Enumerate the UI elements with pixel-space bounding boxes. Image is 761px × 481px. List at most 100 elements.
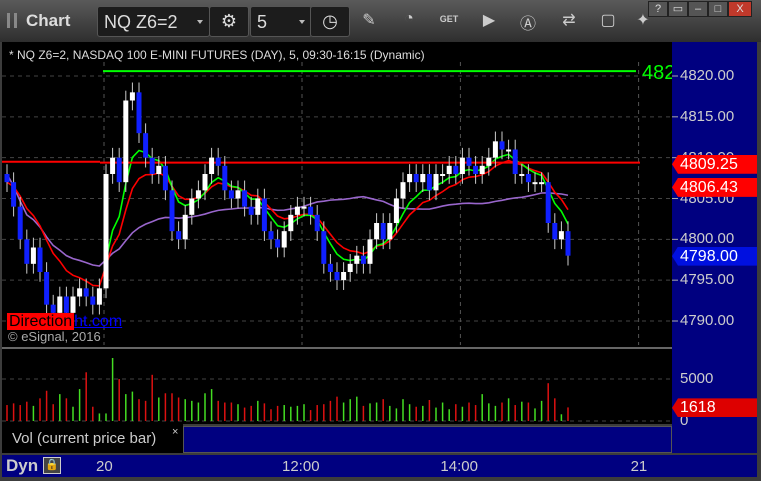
vwap-line <box>6 173 569 267</box>
candle-body <box>57 296 63 313</box>
candle-body <box>24 239 30 264</box>
candle-body <box>354 255 360 264</box>
candle-body <box>209 157 215 174</box>
candle-body <box>294 206 300 215</box>
price-tag: 4806.43 <box>672 177 757 197</box>
candle-body <box>189 198 195 215</box>
price-tick-label: 4820.00 <box>680 67 735 84</box>
candle-body <box>525 174 531 183</box>
candle-body <box>327 263 333 272</box>
candle-body <box>215 157 221 166</box>
price-tick-label: 4815.00 <box>680 107 735 125</box>
candle-body <box>506 149 512 152</box>
candle-body <box>492 141 498 158</box>
candle-body <box>275 239 281 248</box>
candle-body <box>552 223 558 240</box>
candle-body <box>242 190 248 207</box>
candle-body <box>426 174 432 191</box>
candle-body <box>169 190 175 232</box>
candle-body <box>321 231 327 264</box>
candle-body <box>96 288 102 305</box>
candle-body <box>387 223 393 240</box>
candle-body <box>308 206 314 215</box>
time-tick-label: 14:00 <box>440 458 478 475</box>
candle-body <box>400 182 406 199</box>
candle-body <box>37 247 43 272</box>
candle-body <box>545 182 551 223</box>
time-tick-label: 20 <box>96 458 113 475</box>
candle-body <box>235 190 241 199</box>
time-tick-label: 21 <box>630 458 648 475</box>
candle-body <box>110 157 116 174</box>
candle-body <box>103 174 109 289</box>
volume-tick-label: 5000 <box>680 370 714 387</box>
candle-body <box>499 141 505 150</box>
candle-body <box>149 157 155 174</box>
candle-body <box>123 100 129 183</box>
candle-body <box>288 214 294 232</box>
candle-body <box>459 157 465 174</box>
green-ma-line <box>105 149 569 262</box>
candle-body <box>519 174 525 176</box>
candle-body <box>268 231 274 240</box>
candle-body <box>156 165 162 174</box>
price-tick-label: 4790.00 <box>680 312 735 329</box>
candle-body <box>11 182 17 207</box>
copyright: © eSignal, 2016 <box>8 329 101 344</box>
candle-body <box>4 174 10 183</box>
price-tick-label: 4795.00 <box>680 271 735 289</box>
candle-body <box>512 149 518 174</box>
candle-body <box>136 92 142 134</box>
candle-body <box>380 223 386 240</box>
candle-body <box>393 198 399 223</box>
watermark-blue: ht.com <box>74 313 123 330</box>
candle-body <box>17 206 23 240</box>
red-ma-line <box>6 159 569 287</box>
candle-body <box>466 157 472 166</box>
candle-body <box>228 190 234 199</box>
candle-body <box>195 190 201 199</box>
price-tag: 4798.00 <box>672 246 757 266</box>
candle-body <box>248 206 254 215</box>
price-tick-label: 4800.00 <box>680 230 735 248</box>
candle-body <box>433 174 439 191</box>
watermark-red: Direction <box>7 313 75 330</box>
candle-body <box>30 247 36 264</box>
chart-header: * NQ Z6=2, NASDAQ 100 E-MINI FUTURES (DA… <box>9 48 425 62</box>
candle-body <box>255 198 261 215</box>
time-tick-label: 12:00 <box>282 458 320 475</box>
candle-body <box>162 165 168 191</box>
candle-body <box>176 231 182 240</box>
candle-body <box>407 174 413 183</box>
candle-body <box>367 239 373 264</box>
candle-body <box>532 182 538 185</box>
candle-body <box>539 182 545 185</box>
candle-body <box>453 165 459 174</box>
candle-body <box>63 296 69 313</box>
candle-body <box>143 133 149 158</box>
candle-body <box>334 272 340 281</box>
candle-body <box>90 296 96 305</box>
candle-body <box>314 214 320 232</box>
candle-body <box>182 214 188 240</box>
candle-body <box>440 174 446 176</box>
candle-body <box>83 288 89 297</box>
candle-body <box>473 165 479 174</box>
candle-body <box>281 231 287 248</box>
candle-body <box>70 296 76 313</box>
volume-current-tag: 1618 <box>672 398 757 418</box>
candle-body <box>558 231 564 240</box>
candle-body <box>77 288 83 297</box>
candle-body <box>413 174 419 183</box>
candle-body <box>420 174 426 183</box>
candle-body <box>222 165 228 191</box>
candle-body <box>347 263 353 272</box>
candle-body <box>565 231 571 256</box>
green-level-label: 482 <box>642 62 672 84</box>
candle-body <box>301 206 307 209</box>
candle-body <box>374 223 380 240</box>
candle-body <box>261 198 267 232</box>
candle-body <box>44 272 50 305</box>
candle-body <box>479 165 485 174</box>
price-tag: 4809.25 <box>672 154 757 174</box>
